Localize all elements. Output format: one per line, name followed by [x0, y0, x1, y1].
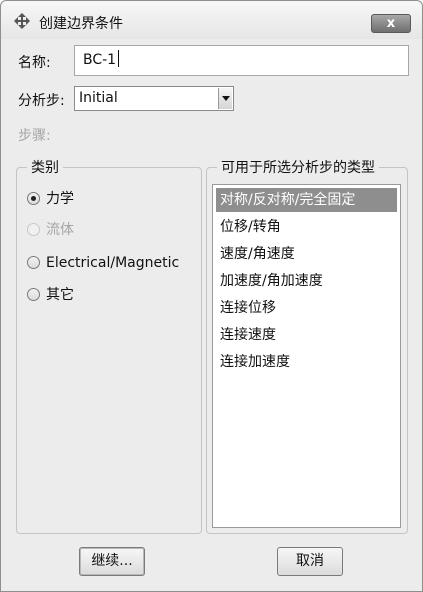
- list-item[interactable]: 连接速度: [216, 323, 397, 347]
- name-label: 名称:: [18, 55, 51, 71]
- radio-label: Electrical/Magnetic: [46, 255, 180, 271]
- list-item[interactable]: 连接位移: [216, 296, 397, 320]
- radio-button-disabled: [27, 223, 40, 236]
- step-select-value: Initial: [79, 90, 118, 106]
- list-item[interactable]: 加速度/角加速度: [216, 269, 397, 293]
- radio-button[interactable]: [27, 288, 40, 301]
- move-arrows-icon: [14, 13, 30, 29]
- radio-button-checked[interactable]: [27, 192, 40, 205]
- radio-mechanical[interactable]: 力学: [27, 189, 74, 209]
- radio-electrical-magnetic[interactable]: Electrical/Magnetic: [27, 253, 179, 273]
- title-bar[interactable]: 创建边界条件 x: [1, 1, 422, 39]
- radio-other[interactable]: 其它: [27, 285, 74, 305]
- dialog-title: 创建边界条件: [39, 16, 123, 32]
- radio-label: 其它: [46, 287, 74, 303]
- category-legend: 类别: [27, 157, 63, 177]
- step-label: 分析步:: [18, 93, 65, 109]
- name-input-value: BC-1: [83, 52, 117, 68]
- name-input[interactable]: BC-1: [74, 45, 409, 76]
- list-item[interactable]: 对称/反对称/完全固定: [216, 188, 397, 212]
- list-item[interactable]: 速度/角速度: [216, 242, 397, 266]
- chevron-down-icon[interactable]: [218, 88, 232, 109]
- close-button[interactable]: x: [371, 14, 411, 33]
- radio-button[interactable]: [27, 256, 40, 269]
- procedure-label: 步骤:: [18, 128, 51, 144]
- step-select[interactable]: Initial: [74, 86, 234, 111]
- list-item[interactable]: 连接加速度: [216, 350, 397, 374]
- text-caret: [118, 50, 120, 67]
- radio-fluid: 流体: [27, 220, 74, 240]
- create-boundary-condition-dialog: 创建边界条件 x 名称: BC-1 分析步: Initial 步骤: 类别 力学…: [0, 0, 423, 592]
- radio-label: 流体: [46, 222, 74, 238]
- types-legend: 可用于所选分析步的类型: [217, 157, 379, 177]
- cancel-button[interactable]: 取消: [277, 547, 343, 576]
- close-icon: x: [386, 16, 396, 31]
- list-item[interactable]: 位移/转角: [216, 215, 397, 239]
- continue-button[interactable]: 继续...: [79, 547, 145, 576]
- types-listbox[interactable]: 对称/反对称/完全固定 位移/转角 速度/角速度 加速度/角加速度 连接位移 连…: [212, 184, 401, 528]
- radio-label: 力学: [46, 191, 74, 207]
